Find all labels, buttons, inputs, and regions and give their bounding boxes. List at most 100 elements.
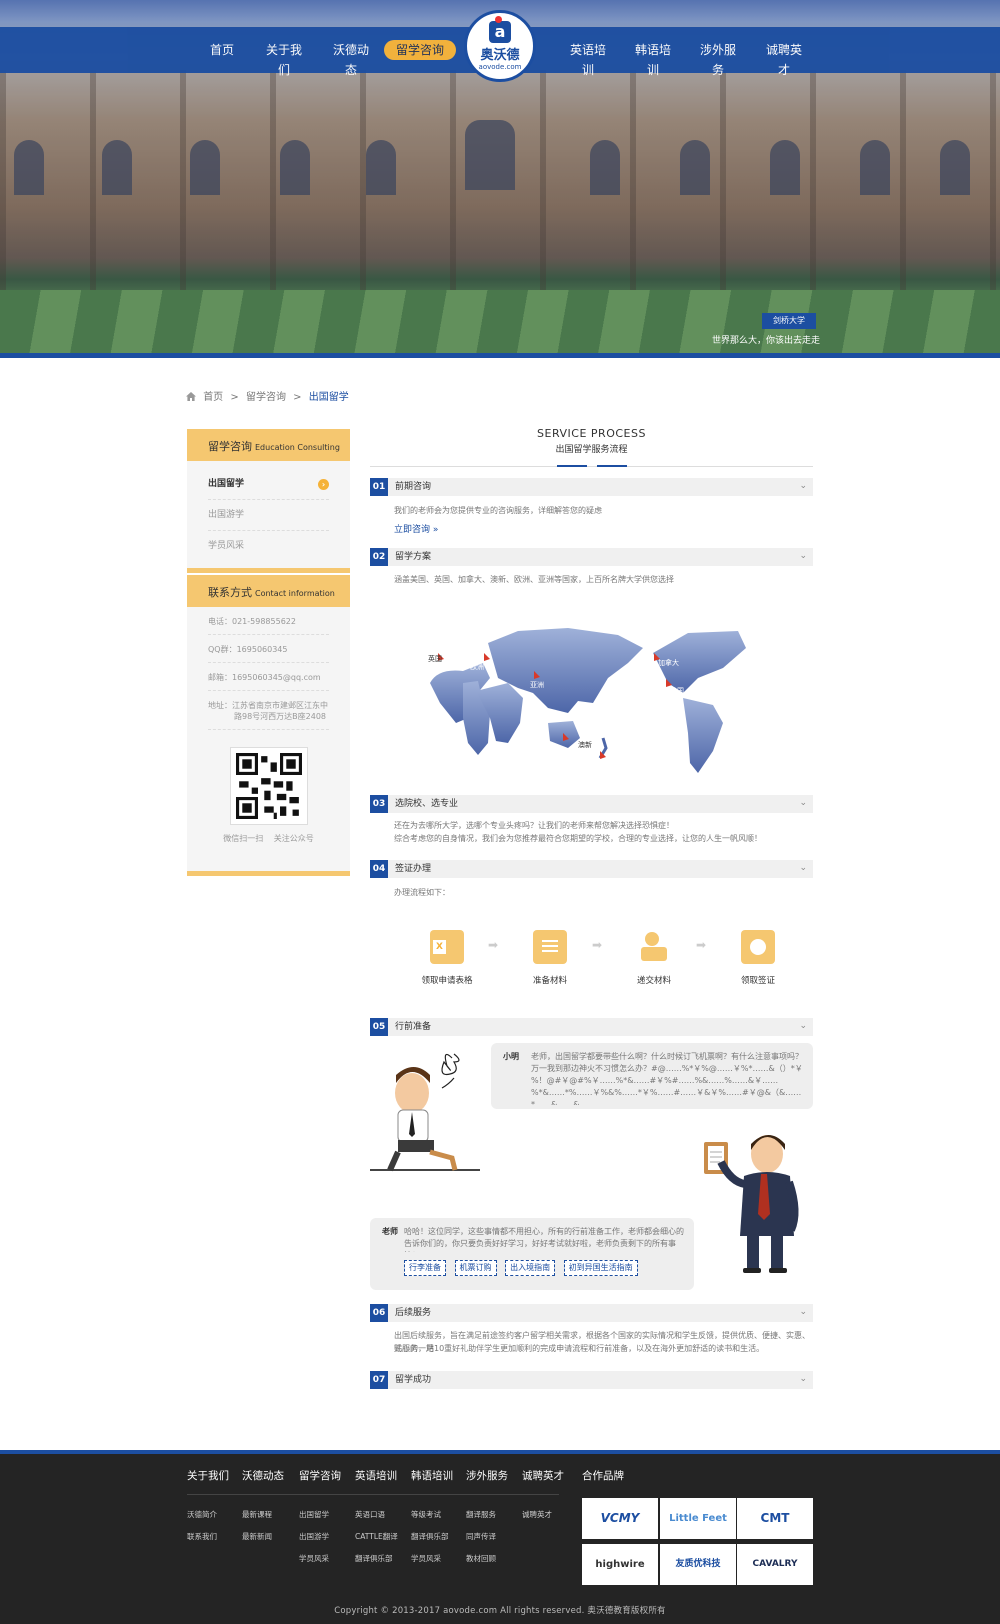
visa-step-collect: 领取签证 xyxy=(718,930,798,986)
service-process: SERVICE PROCESS 出国留学服务流程 01 前期咨询 ⌄ 我们的老师… xyxy=(370,420,813,1389)
contact-email: 邮箱：1695060345@qq.com xyxy=(208,663,329,691)
nav-item-news[interactable]: 沃德动态 xyxy=(329,40,373,77)
logo-domain: aovode.com xyxy=(478,63,522,71)
teacher-illustration xyxy=(704,1135,799,1273)
sidebar-contact-header: 联系方式 Contact information xyxy=(187,575,350,607)
section-title-en: SERVICE PROCESS xyxy=(537,427,646,440)
copyright: Copyright © 2013-2017 aovode.com All rig… xyxy=(334,1606,666,1616)
brand-logo-little-feet: Little Feet xyxy=(660,1498,736,1539)
wechat-qr-code xyxy=(229,747,308,825)
flow-arrow-icon: ➡ xyxy=(696,938,707,952)
document-icon xyxy=(533,930,567,964)
qr-code-icon xyxy=(235,753,302,819)
map-label-uk: 英国 xyxy=(428,654,442,663)
footer-link[interactable]: 学员风采 xyxy=(299,1553,329,1564)
nav-item-english[interactable]: 英语培训 xyxy=(566,40,610,77)
footer-link[interactable]: 联系我们 xyxy=(187,1531,217,1542)
sidebar-consult-header: 留学咨询 Education Consulting xyxy=(187,429,350,461)
footer-col-about[interactable]: 关于我们 xyxy=(187,1468,229,1483)
footer-col-consult[interactable]: 留学咨询 xyxy=(299,1468,341,1483)
hero-banner: 首页 关于我们 沃德动态 留学咨询 英语培训 韩语培训 涉外服务 诚聘英才 a … xyxy=(0,0,1000,358)
brands-title: 合作品牌 xyxy=(582,1470,624,1482)
hero-slogan: 世界那么大，你该出去走走 xyxy=(712,336,821,346)
nav-item-home[interactable]: 首页 xyxy=(205,40,239,60)
step-02[interactable]: 02 留学方案 ⌄ xyxy=(370,548,813,566)
tag-immigration[interactable]: 出入境指南 xyxy=(505,1260,556,1276)
map-label-europe: 欧洲 xyxy=(470,662,484,671)
section-title-cn: 出国留学服务流程 xyxy=(555,445,628,455)
step-03[interactable]: 03 选院校、选专业 ⌄ xyxy=(370,795,813,813)
footer-col-korean[interactable]: 韩语培训 xyxy=(411,1468,453,1483)
footer-link[interactable]: 出国留学 xyxy=(299,1509,329,1520)
map-label-usa: 美国 xyxy=(670,686,684,695)
footer-link[interactable]: 同声传译 xyxy=(466,1531,496,1542)
qr-caption: 微信扫一扫 关注公众号 xyxy=(223,834,314,843)
footer-link[interactable]: 学员风采 xyxy=(411,1553,441,1564)
consult-now-link[interactable]: 立即咨询 » xyxy=(394,522,438,535)
footer-link[interactable]: 等级考试 xyxy=(411,1509,441,1520)
breadcrumb-level1[interactable]: 留学咨询 xyxy=(246,392,286,403)
breadcrumb-current: 出国留学 xyxy=(308,392,349,403)
excel-form-icon: X xyxy=(430,930,464,964)
chevron-down-icon: ⌄ xyxy=(799,798,807,808)
flow-arrow-icon: ➡ xyxy=(592,938,603,952)
footer-link[interactable]: 翻译俱乐部 xyxy=(355,1553,393,1564)
flow-arrow-icon: ➡ xyxy=(488,938,499,952)
site-logo[interactable]: a 奥沃德 aovode.com xyxy=(464,10,536,82)
footer: 关于我们 沃德简介 联系我们 沃德动态 最新课程 最新新闻 留学咨询 出国留学 … xyxy=(0,1450,1000,1624)
nav-item-about[interactable]: 关于我们 xyxy=(262,40,306,77)
footer-link[interactable]: 最新新闻 xyxy=(242,1531,272,1542)
nav-item-careers[interactable]: 诚聘英才 xyxy=(762,40,806,77)
step-05[interactable]: 05 行前准备 ⌄ xyxy=(370,1018,813,1036)
step-07[interactable]: 07 留学成功 ⌄ xyxy=(370,1371,813,1389)
brand-logo-cmt: CMT xyxy=(737,1498,813,1539)
footer-link[interactable]: 教材回顾 xyxy=(466,1553,496,1564)
student-bubble: 小明 老师，出国留学都要带些什么啊？什么时候订飞机票啊？有什么注意事项吗？万一我… xyxy=(491,1043,813,1109)
tag-flights[interactable]: 机票订购 xyxy=(454,1260,497,1276)
contact-address: 地址：江苏省南京市建邺区江东中 路98号河西万达B座2408 xyxy=(208,691,329,730)
chevron-down-icon: ⌄ xyxy=(799,863,807,873)
teacher-tags: 行李准备 机票订购 出入境指南 初到异国生活指南 xyxy=(404,1260,684,1276)
footer-link[interactable]: CATTLE翻译 xyxy=(355,1531,398,1542)
footer-link[interactable]: 最新课程 xyxy=(242,1509,272,1520)
footer-link[interactable]: 诚聘英才 xyxy=(522,1509,552,1520)
step-06[interactable]: 06 后续服务 ⌄ xyxy=(370,1304,813,1322)
map-label-asia: 亚洲 xyxy=(530,681,544,689)
tag-luggage[interactable]: 行李准备 xyxy=(404,1260,446,1276)
footer-link[interactable]: 出国游学 xyxy=(299,1531,329,1542)
sidebar-item-study-abroad[interactable]: 出国留学 › xyxy=(208,469,329,500)
step-01[interactable]: 01 前期咨询 ⌄ xyxy=(370,478,813,496)
arrow-right-icon: › xyxy=(318,479,329,490)
footer-link[interactable]: 翻译服务 xyxy=(466,1509,496,1520)
sidebar-contact: 联系方式 Contact information 电话：021-598855622… xyxy=(187,575,350,876)
chevron-down-icon: ⌄ xyxy=(799,1021,807,1031)
breadcrumb-home[interactable]: 首页 xyxy=(203,392,223,403)
footer-col-news[interactable]: 沃德动态 xyxy=(242,1468,284,1483)
footer-link[interactable]: 沃德简介 xyxy=(187,1509,217,1520)
brand-logo-youzhi: 友质优科技 xyxy=(660,1544,736,1585)
map-label-anz: 澳新 xyxy=(578,740,592,749)
footer-col-careers[interactable]: 诚聘英才 xyxy=(522,1468,564,1483)
chevron-down-icon: ⌄ xyxy=(799,1307,807,1317)
footer-link[interactable]: 翻译俱乐部 xyxy=(411,1531,449,1542)
nav-item-foreign-services[interactable]: 涉外服务 xyxy=(696,40,740,77)
sidebar-item-student-showcase[interactable]: 学员风采 xyxy=(208,531,329,562)
visa-step-submit: 递交材料 xyxy=(614,930,694,986)
footer-col-services[interactable]: 涉外服务 xyxy=(466,1468,508,1483)
brand-logo-cavalry: CAVALRY xyxy=(737,1544,813,1585)
sidebar-consult: 留学咨询 Education Consulting 出国留学 › 出国游学 学员风… xyxy=(187,429,350,573)
tag-life-guide[interactable]: 初到异国生活指南 xyxy=(563,1260,638,1276)
courier-icon xyxy=(637,930,671,964)
nav-item-korean[interactable]: 韩语培训 xyxy=(631,40,675,77)
sidebar-item-study-tour[interactable]: 出国游学 xyxy=(208,500,329,531)
chevron-down-icon: ⌄ xyxy=(799,1374,807,1384)
map-label-canada: 加拿大 xyxy=(658,658,679,667)
footer-link[interactable]: 英语口语 xyxy=(355,1509,385,1520)
brand-logo-vcmy: VCMY xyxy=(582,1498,658,1539)
brand-logo-highwire: highwire xyxy=(582,1544,658,1585)
nav-item-study-abroad[interactable]: 留学咨询 xyxy=(384,40,457,60)
step-04[interactable]: 04 签证办理 ⌄ xyxy=(370,860,813,878)
logo-name: 奥沃德 xyxy=(480,48,520,63)
teacher-bubble: 老师 哈哈！这位同学，这些事情都不用担心，所有的行前准备工作，老师都会细心的告诉… xyxy=(370,1218,694,1290)
footer-col-english[interactable]: 英语培训 xyxy=(355,1468,397,1483)
